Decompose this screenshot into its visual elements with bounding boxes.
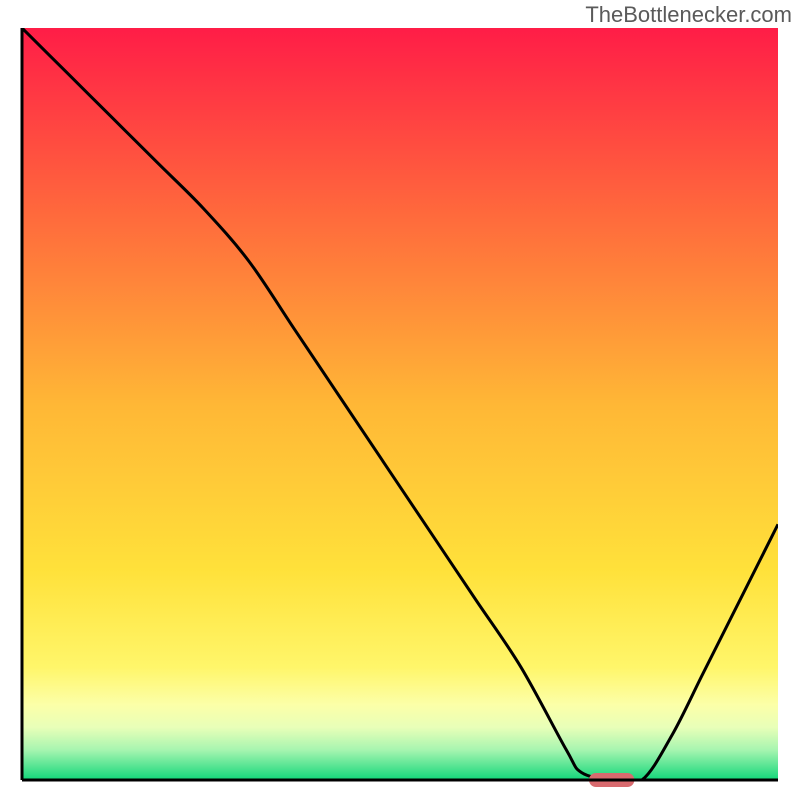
attribution-label: TheBottlenecker.com [585, 2, 792, 28]
bottleneck-chart [0, 0, 800, 800]
chart-container: TheBottlenecker.com [0, 0, 800, 800]
